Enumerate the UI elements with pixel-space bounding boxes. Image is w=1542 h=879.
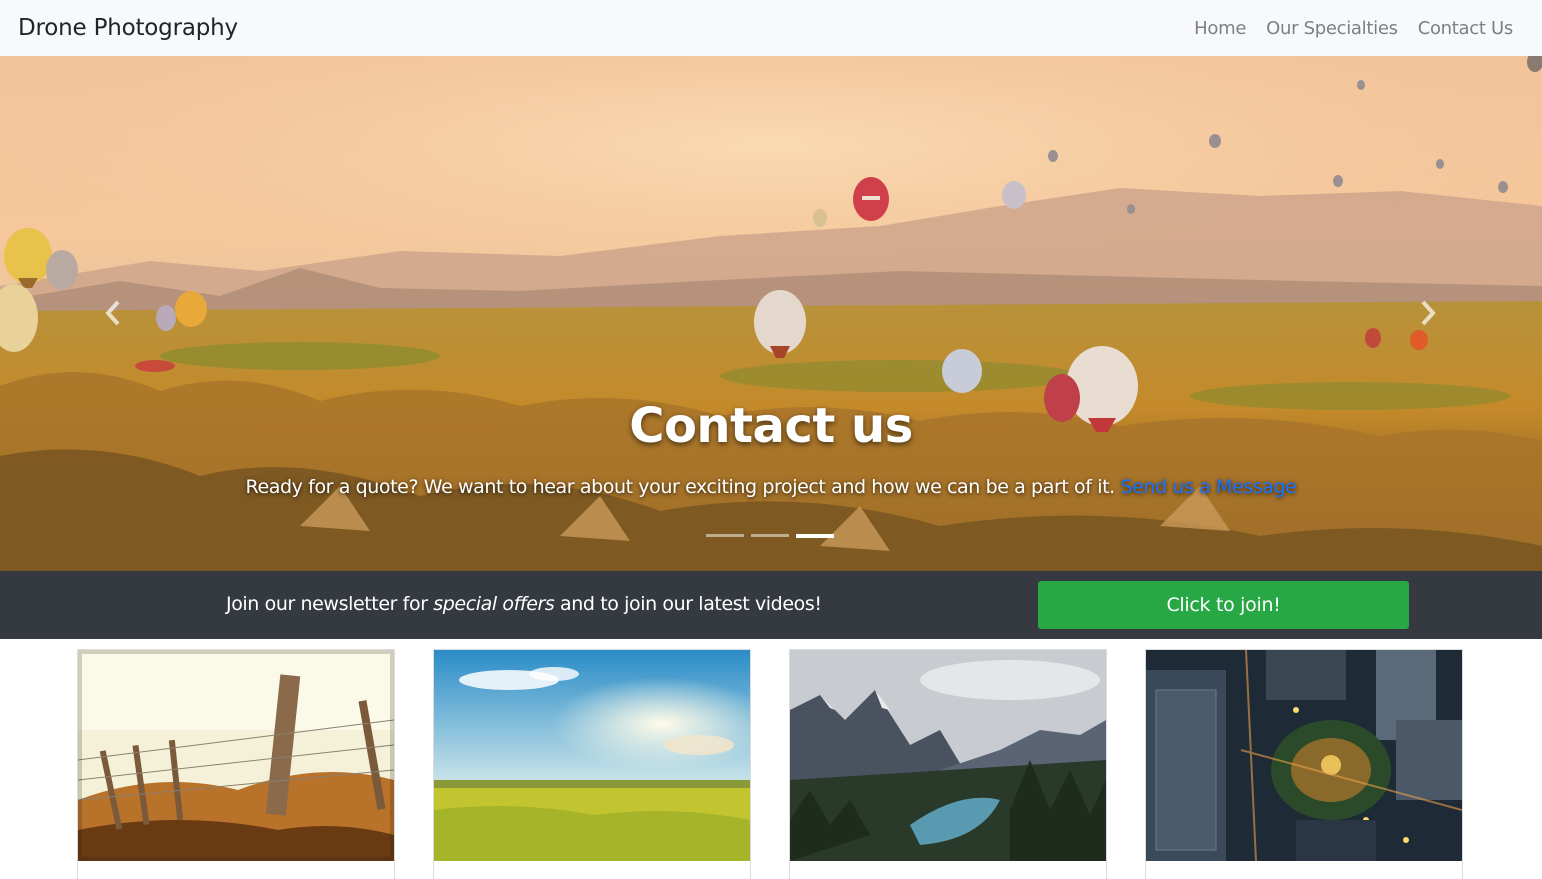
carousel-caption-title: Contact us xyxy=(629,398,913,454)
nav-link-specialties[interactable]: Our Specialties xyxy=(1256,18,1408,39)
nav-links: Home Our Specialties Contact Us xyxy=(1184,18,1524,39)
newsletter-text-start: Join our newsletter for xyxy=(226,593,434,615)
nav-link-contact[interactable]: Contact Us xyxy=(1408,18,1524,39)
caption-body-text: Ready for a quote? We want to hear about… xyxy=(245,476,1116,498)
photo-card[interactable] xyxy=(77,649,395,879)
carousel-next-button[interactable] xyxy=(1413,298,1443,328)
newsletter-text-emphasis: special offers xyxy=(433,593,555,615)
chevron-right-icon xyxy=(1421,300,1436,326)
hero-carousel: Contact us Ready for a quote? We want to… xyxy=(0,56,1542,571)
join-newsletter-button[interactable]: Click to join! xyxy=(1038,581,1409,629)
chevron-left-icon xyxy=(105,300,120,326)
newsletter-text-end: and to join our latest videos! xyxy=(554,593,822,615)
carousel-caption-text: Ready for a quote? We want to hear about… xyxy=(0,476,1542,498)
carousel-indicator-2[interactable] xyxy=(751,534,789,537)
carousel-indicator-3[interactable] xyxy=(796,534,834,538)
send-message-link[interactable]: Send us a Message xyxy=(1120,476,1296,498)
photo-card[interactable] xyxy=(789,649,1107,879)
nav-link-home[interactable]: Home xyxy=(1184,18,1256,39)
navbar: Drone Photography Home Our Specialties C… xyxy=(0,0,1542,56)
fence-field-photo xyxy=(78,650,394,861)
photo-cards xyxy=(0,639,1542,879)
city-aerial-photo xyxy=(1146,650,1462,861)
newsletter-bar: Join our newsletter for special offers a… xyxy=(0,571,1542,639)
carousel-indicators xyxy=(706,534,834,538)
brand-logo[interactable]: Drone Photography xyxy=(18,15,238,41)
newsletter-text: Join our newsletter for special offers a… xyxy=(226,593,822,615)
sunny-meadow-photo xyxy=(434,650,750,861)
carousel-prev-button[interactable] xyxy=(98,298,128,328)
mountain-lake-photo xyxy=(790,650,1106,861)
photo-card[interactable] xyxy=(1145,649,1463,879)
carousel-indicator-1[interactable] xyxy=(706,534,744,537)
photo-card[interactable] xyxy=(433,649,751,879)
